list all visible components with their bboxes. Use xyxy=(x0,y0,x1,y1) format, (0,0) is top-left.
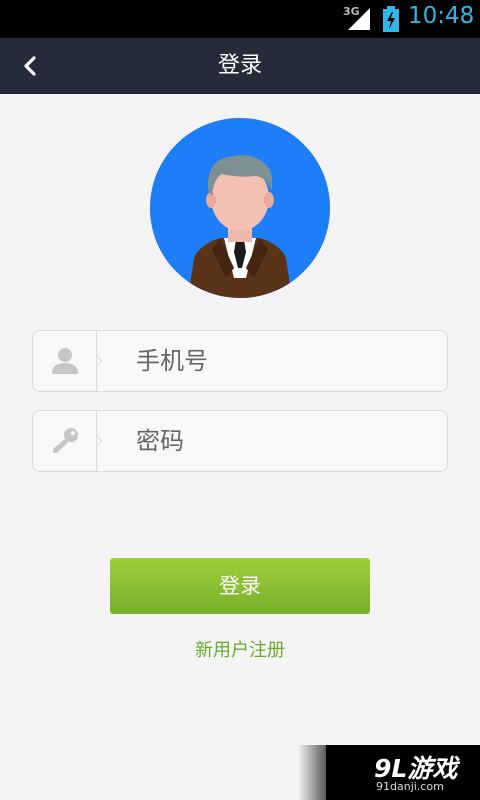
network-type-label: 3G xyxy=(343,5,360,18)
password-input-icon-box xyxy=(33,411,96,471)
back-arrow-icon xyxy=(24,56,36,76)
key-icon xyxy=(52,428,78,453)
password-input-placeholder: 密码 xyxy=(136,427,184,455)
phone-input-placeholder: 手机号 xyxy=(136,347,208,375)
input-notch xyxy=(96,435,103,447)
password-input[interactable]: 密码 xyxy=(32,410,448,472)
status-bar: 3G 10:48 xyxy=(0,0,480,38)
watermark-site: 91danji.com xyxy=(376,780,444,793)
page-title: 登录 xyxy=(217,53,262,78)
status-time: 10:48 xyxy=(408,3,475,29)
login-button[interactable]: 登录 xyxy=(110,558,370,614)
register-link[interactable]: 新用户注册 xyxy=(0,636,480,662)
phone-input[interactable]: 手机号 xyxy=(32,330,448,392)
avatar-illustration xyxy=(150,118,330,298)
avatar[interactable] xyxy=(150,118,330,298)
watermark-logo: 9L游戏 91danji.com xyxy=(326,745,480,800)
user-icon xyxy=(51,348,78,374)
back-button[interactable] xyxy=(10,46,50,86)
battery-icon xyxy=(383,6,399,32)
title-bar: 登录 xyxy=(0,38,480,94)
phone-input-icon-box xyxy=(33,331,96,391)
input-notch xyxy=(96,355,103,367)
